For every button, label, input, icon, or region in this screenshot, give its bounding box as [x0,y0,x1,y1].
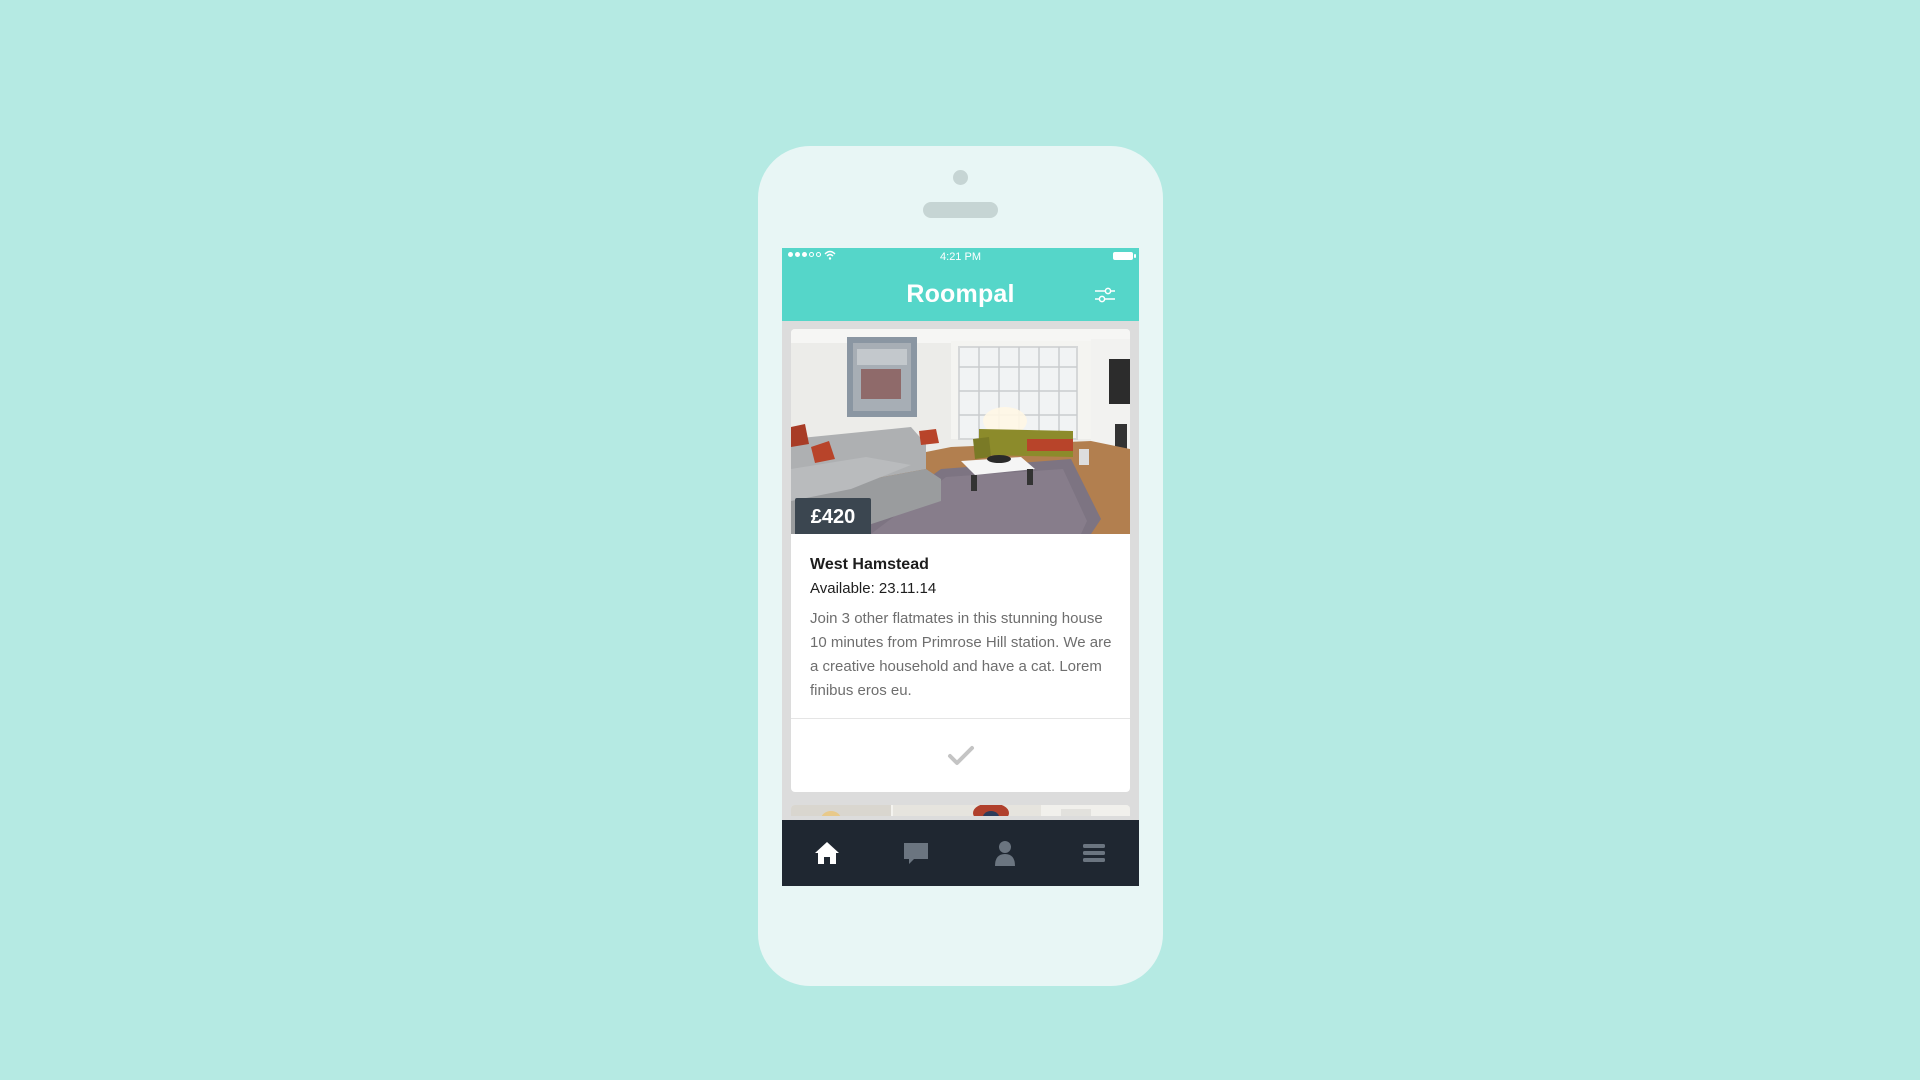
listing-card[interactable]: £420 West Hamstead Available: 23.11.14 J… [791,329,1130,792]
tab-bar [782,820,1139,886]
listing-location: West Hamstead [810,556,929,573]
menu-icon [1083,844,1106,862]
app-screen: 4:21 PM Roompal £420 West Hamstead Avail… [782,248,1139,886]
battery-icon [1113,252,1136,260]
listing-details: West Hamstead Available: 23.11.14 Join 3… [810,553,1120,703]
app-title: Roompal [906,280,1015,308]
sliders-icon[interactable] [1094,286,1116,304]
tab-profile[interactable] [961,820,1050,886]
home-icon [814,842,839,864]
price-badge: £420 [795,498,871,534]
profile-icon [995,841,1016,866]
status-time: 4:21 PM [940,251,981,263]
listing-feed[interactable]: £420 West Hamstead Available: 23.11.14 J… [782,321,1139,816]
next-listing-card[interactable] [791,805,1130,816]
phone-camera [953,170,968,185]
phone-frame: 4:21 PM Roompal £420 West Hamstead Avail… [758,146,1163,986]
tab-menu[interactable] [1050,820,1139,886]
status-bar: 4:21 PM [782,248,1139,266]
phone-speaker [923,202,998,218]
listing-available-date: Available: 23.11.14 [810,580,937,597]
room-photo: £420 [791,329,1130,534]
chat-icon [903,843,928,864]
accept-button[interactable] [791,719,1130,792]
tab-messages[interactable] [871,820,960,886]
checkmark-icon [947,745,974,765]
app-header: Roompal [782,266,1139,321]
listing-description: Join 3 other flatmates in this stunning … [810,610,1112,699]
tab-home[interactable] [782,820,871,886]
